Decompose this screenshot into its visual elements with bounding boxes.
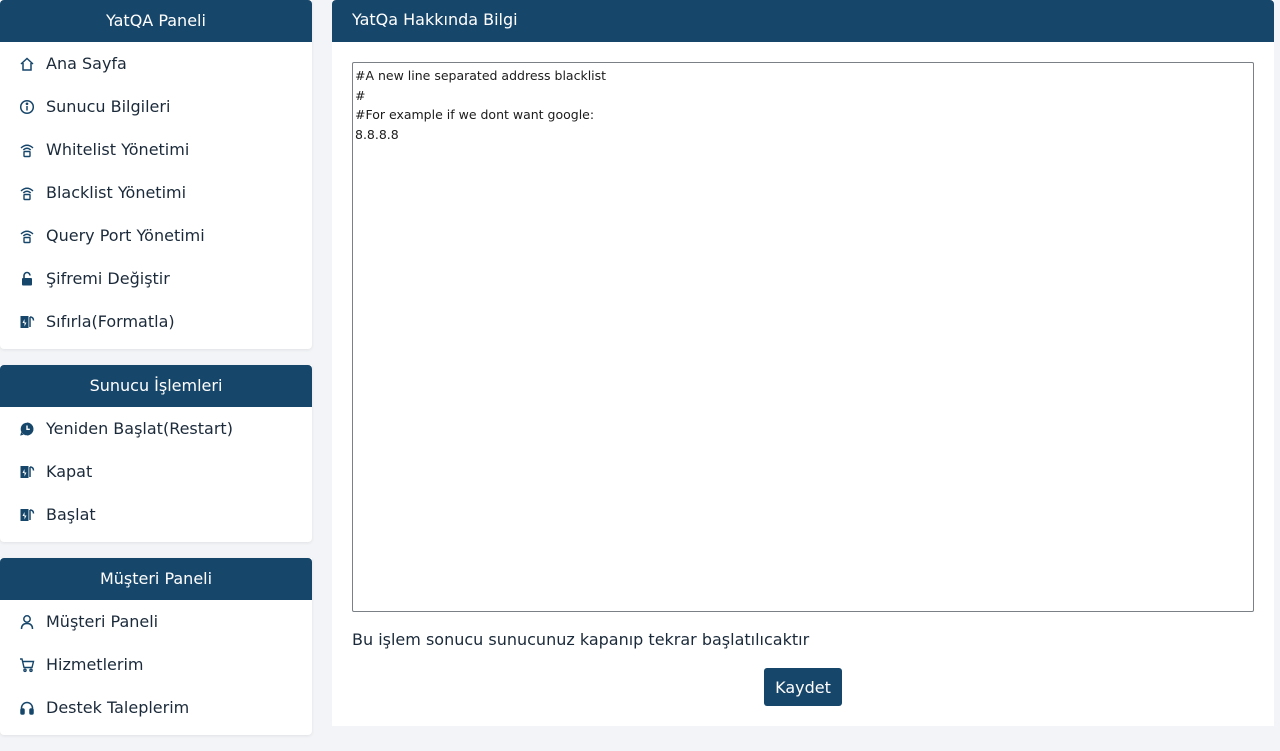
save-button[interactable]: Kaydet <box>764 668 842 706</box>
sidebar-item-label: Başlat <box>46 505 96 524</box>
restart-icon <box>18 420 36 438</box>
main-panel: YatQa Hakkında Bilgi Bu işlem sonucu sun… <box>332 0 1274 726</box>
sidebar-item-label: Blacklist Yönetimi <box>46 183 187 202</box>
sidebar-item-label: Sıfırla(Formatla) <box>46 312 175 331</box>
panel-yatqa: YatQA Paneli Ana Sayfa Sunucu Bilgileri … <box>0 0 312 349</box>
sidebar-item-label: Yeniden Başlat(Restart) <box>46 419 233 438</box>
sidebar-item-whitelist[interactable]: Whitelist Yönetimi <box>0 128 312 171</box>
sidebar-item-sunucu-bilgileri[interactable]: Sunucu Bilgileri <box>0 85 312 128</box>
sidebar-item-label: Whitelist Yönetimi <box>46 140 190 159</box>
panel-musteri: Müşteri Paneli Müşteri Paneli Hizmetleri… <box>0 558 312 735</box>
sidebar-item-blacklist[interactable]: Blacklist Yönetimi <box>0 171 312 214</box>
user-icon <box>18 613 36 631</box>
sidebar-item-label: Kapat <box>46 462 93 481</box>
reset-icon <box>18 506 36 524</box>
sidebar-item-restart[interactable]: Yeniden Başlat(Restart) <box>0 407 312 450</box>
sidebar-item-label: Müşteri Paneli <box>46 612 159 631</box>
blacklist-textarea[interactable] <box>352 62 1254 612</box>
sidebar-item-sifirla[interactable]: Sıfırla(Formatla) <box>0 300 312 343</box>
sidebar-item-baslat[interactable]: Başlat <box>0 493 312 536</box>
info-icon <box>18 98 36 116</box>
sidebar-item-sifre-degistir[interactable]: Şifremi Değiştir <box>0 257 312 300</box>
sidebar-item-destek[interactable]: Destek Taleplerim <box>0 686 312 729</box>
sidebar-item-label: Sunucu Bilgileri <box>46 97 171 116</box>
unlock-icon <box>18 270 36 288</box>
reset-icon <box>18 313 36 331</box>
wifi-lock-icon <box>18 184 36 202</box>
panel-title: Sunucu İşlemleri <box>0 365 312 407</box>
sidebar-item-hizmetlerim[interactable]: Hizmetlerim <box>0 643 312 686</box>
wifi-lock-icon <box>18 227 36 245</box>
reset-icon <box>18 463 36 481</box>
restart-note: Bu işlem sonucu sunucunuz kapanıp tekrar… <box>352 630 810 649</box>
sidebar-item-kapat[interactable]: Kapat <box>0 450 312 493</box>
panel-title: YatQA Paneli <box>0 0 312 42</box>
page-title: YatQa Hakkında Bilgi <box>332 0 1274 42</box>
headset-icon <box>18 699 36 717</box>
sidebar: YatQA Paneli Ana Sayfa Sunucu Bilgileri … <box>0 0 312 751</box>
sidebar-item-label: Query Port Yönetimi <box>46 226 205 245</box>
panel-sunucu-islemleri: Sunucu İşlemleri Yeniden Başlat(Restart)… <box>0 365 312 542</box>
wifi-lock-icon <box>18 141 36 159</box>
sidebar-item-query-port[interactable]: Query Port Yönetimi <box>0 214 312 257</box>
home-icon <box>18 55 36 73</box>
sidebar-item-ana-sayfa[interactable]: Ana Sayfa <box>0 42 312 85</box>
sidebar-item-label: Destek Taleplerim <box>46 698 190 717</box>
sidebar-item-label: Ana Sayfa <box>46 54 127 73</box>
sidebar-item-label: Şifremi Değiştir <box>46 269 170 288</box>
panel-title: Müşteri Paneli <box>0 558 312 600</box>
sidebar-item-musteri-paneli[interactable]: Müşteri Paneli <box>0 600 312 643</box>
sidebar-item-label: Hizmetlerim <box>46 655 144 674</box>
cart-icon <box>18 656 36 674</box>
